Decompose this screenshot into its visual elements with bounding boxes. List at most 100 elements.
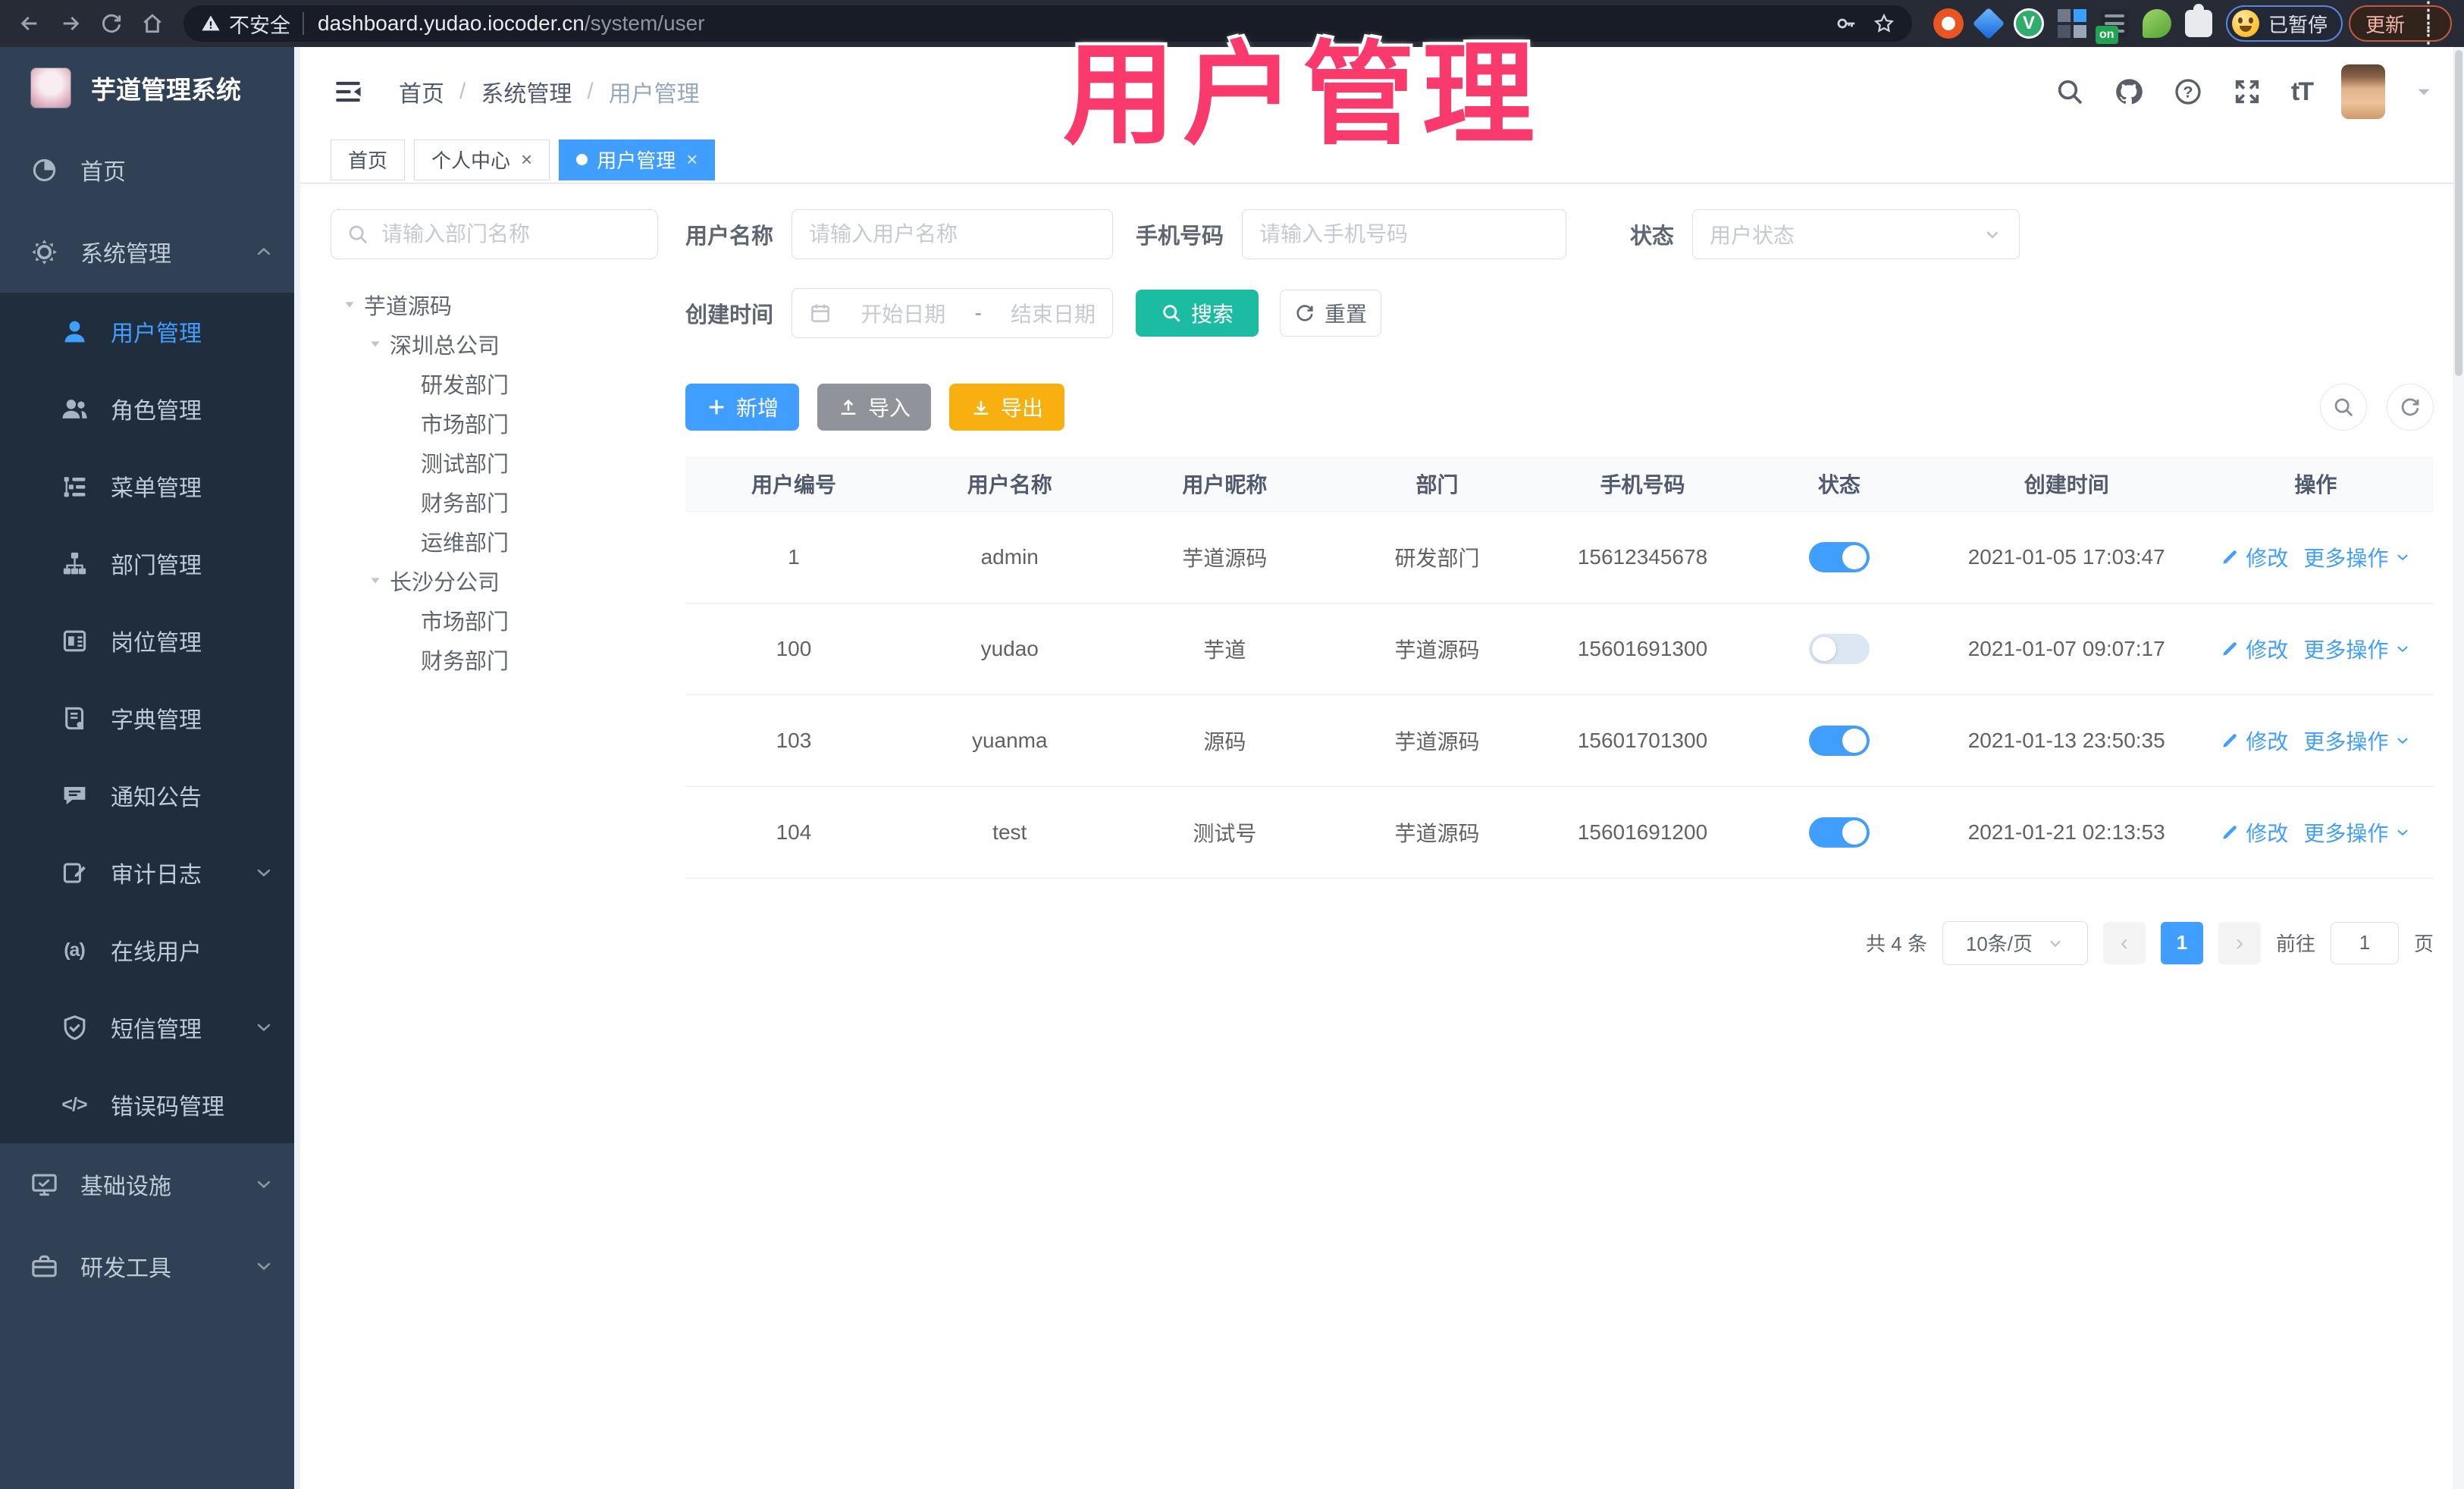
more-actions-link[interactable]: 更多操作 <box>2303 817 2411 848</box>
date-range-picker[interactable]: 开始日期 - 结束日期 <box>792 288 1114 338</box>
key-icon[interactable] <box>1835 12 1857 35</box>
scrollbar-thumb[interactable] <box>2455 50 2462 376</box>
vue-devtools-icon[interactable]: V <box>2013 8 2044 39</box>
more-actions-link[interactable]: 更多操作 <box>2303 726 2411 756</box>
avatar-caret-icon[interactable] <box>2414 82 2434 102</box>
sidebar-item-0[interactable]: 首页 <box>0 129 300 211</box>
username-input[interactable] <box>809 222 1096 246</box>
sidebar-item-12[interactable]: </> 错误码管理 <box>0 1066 300 1143</box>
security-label[interactable]: 不安全 <box>229 9 290 39</box>
prev-page-button[interactable]: ‹ <box>2102 921 2146 964</box>
status-toggle[interactable] <box>1808 633 1870 664</box>
sidebar-scrollbar[interactable] <box>294 47 300 1489</box>
add-button[interactable]: 新增 <box>685 384 799 431</box>
next-page-button[interactable]: › <box>2218 921 2261 964</box>
collapse-sidebar-icon[interactable] <box>331 74 365 109</box>
close-tab-icon[interactable]: × <box>521 148 532 171</box>
search-button[interactable]: 搜索 <box>1136 290 1259 337</box>
tree-node-3[interactable]: 市场部门 <box>331 403 658 443</box>
status-toggle[interactable] <box>1808 817 1870 848</box>
status-select[interactable]: 用户状态 <box>1692 209 2020 259</box>
breadcrumb-home[interactable]: 首页 <box>399 75 444 108</box>
cell-created: 2021-01-21 02:13:53 <box>1935 786 2198 879</box>
tree-expand-icon[interactable] <box>367 336 390 353</box>
edit-link[interactable]: 修改 <box>2220 726 2288 756</box>
sidebar-item-1[interactable]: 系统管理 <box>0 211 300 293</box>
grid-extension-icon[interactable] <box>2057 9 2086 38</box>
address-bar[interactable]: 不安全 dashboard.yudao.iocoder.cn/system/us… <box>183 5 1912 42</box>
sidebar-item-3[interactable]: 角色管理 <box>0 370 300 447</box>
forward-icon[interactable] <box>53 6 88 41</box>
status-toggle[interactable] <box>1808 725 1870 756</box>
tree-expand-icon[interactable] <box>367 572 390 589</box>
ubuntu-extension-icon[interactable] <box>1933 8 1964 39</box>
font-size-icon[interactable]: tT <box>2291 77 2314 107</box>
tab-1[interactable]: 个人中心 × <box>414 139 550 180</box>
browser-profile-button[interactable]: 已暂停 <box>2225 5 2343 42</box>
sidebar-item-9[interactable]: 审计日志 <box>0 834 300 911</box>
fullscreen-icon[interactable] <box>2232 77 2262 107</box>
tree-node-5[interactable]: 财务部门 <box>331 482 658 522</box>
bookmark-star-icon[interactable] <box>1873 12 1895 35</box>
user-avatar[interactable] <box>2341 64 2385 119</box>
mobile-input[interactable] <box>1259 222 1550 246</box>
sidebar-item-14[interactable]: 研发工具 <box>0 1225 300 1307</box>
sidebar-item-2[interactable]: 用户管理 <box>0 293 300 370</box>
url-text[interactable]: dashboard.yudao.iocoder.cn/system/user <box>318 11 705 36</box>
sidebar-item-7[interactable]: 字典管理 <box>0 679 300 757</box>
chevron-down-icon <box>253 1017 277 1038</box>
breadcrumb-system[interactable]: 系统管理 <box>481 75 572 108</box>
back-icon[interactable] <box>12 6 47 41</box>
toggle-search-button[interactable] <box>2320 384 2367 431</box>
tree-node-6[interactable]: 运维部门 <box>331 522 658 561</box>
sidebar-item-8[interactable]: 通知公告 <box>0 757 300 834</box>
tab-2[interactable]: 用户管理 × <box>559 139 716 180</box>
tree-node-9[interactable]: 财务部门 <box>331 640 658 679</box>
tree-node-4[interactable]: 测试部门 <box>331 443 658 482</box>
app-logo[interactable]: 芋道管理系统 <box>0 47 300 129</box>
home-nav-icon[interactable] <box>135 6 170 41</box>
switch-extension-icon[interactable]: on <box>2095 9 2129 44</box>
page-scrollbar[interactable] <box>2453 47 2464 1489</box>
cell-mobile: 15601691200 <box>1541 786 1744 879</box>
tree-node-1[interactable]: 深圳总公司 <box>331 324 658 364</box>
goto-page-input[interactable] <box>2330 921 2399 964</box>
more-actions-link[interactable]: 更多操作 <box>2303 634 2411 664</box>
tree-node-2[interactable]: 研发部门 <box>331 364 658 403</box>
sidebar-item-10[interactable]: (a) 在线用户 <box>0 911 300 989</box>
cell-username: yudao <box>901 603 1118 695</box>
sidebar-item-6[interactable]: 岗位管理 <box>0 602 300 679</box>
help-icon[interactable]: ? <box>2173 77 2203 107</box>
tree-expand-icon[interactable] <box>341 296 364 313</box>
sidebar-item-5[interactable]: 部门管理 <box>0 525 300 602</box>
import-button[interactable]: 导入 <box>817 384 931 431</box>
more-actions-link[interactable]: 更多操作 <box>2303 542 2411 572</box>
leaf-extension-icon[interactable] <box>2142 9 2171 38</box>
tree-node-8[interactable]: 市场部门 <box>331 600 658 640</box>
browser-update-button[interactable]: 更新 ⋮ ⋮ ⋮ <box>2348 0 2452 47</box>
dept-search-input[interactable] <box>381 222 642 246</box>
puzzle-extensions-icon[interactable] <box>2184 4 2212 37</box>
sidebar-item-11[interactable]: 短信管理 <box>0 989 300 1066</box>
edit-link[interactable]: 修改 <box>2220 542 2288 572</box>
gem-extension-icon[interactable] <box>1972 7 2005 40</box>
refresh-table-button[interactable] <box>2387 384 2434 431</box>
github-icon[interactable] <box>2114 77 2144 107</box>
browser-menu-icon[interactable]: ⋮ ⋮ ⋮ <box>2417 0 2440 47</box>
export-button[interactable]: 导出 <box>949 384 1064 431</box>
edit-link[interactable]: 修改 <box>2220 634 2288 664</box>
page-size-select[interactable]: 10条/页 <box>1942 920 2088 965</box>
current-page-button[interactable]: 1 <box>2160 921 2203 964</box>
sidebar-item-13[interactable]: 基础设施 <box>0 1143 300 1225</box>
reload-icon[interactable] <box>94 6 129 41</box>
status-toggle[interactable] <box>1808 541 1870 572</box>
reset-button[interactable]: 重置 <box>1280 290 1382 337</box>
edit-link[interactable]: 修改 <box>2220 817 2288 848</box>
close-tab-icon[interactable]: × <box>686 148 698 171</box>
tabs-bar: 首页 个人中心 × 用户管理 × <box>300 136 2464 183</box>
tab-0[interactable]: 首页 <box>331 139 406 180</box>
search-icon[interactable] <box>2055 77 2085 107</box>
tree-node-7[interactable]: 长沙分公司 <box>331 561 658 600</box>
sidebar-item-4[interactable]: 菜单管理 <box>0 447 300 525</box>
tree-node-0[interactable]: 芋道源码 <box>331 285 658 324</box>
